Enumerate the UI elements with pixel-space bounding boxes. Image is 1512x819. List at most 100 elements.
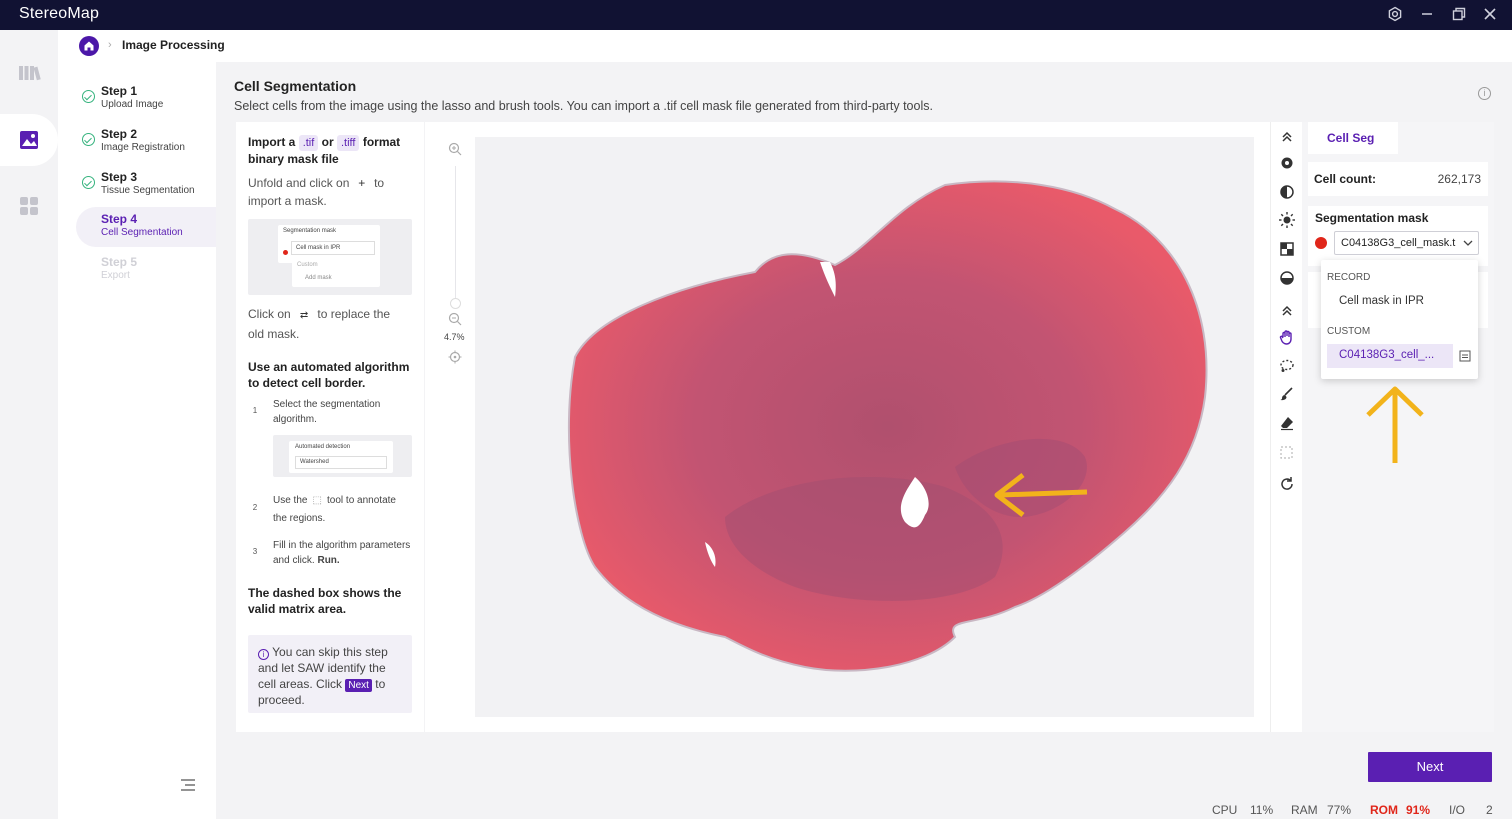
seg-mask-label: Segmentation mask	[1315, 211, 1429, 225]
io-label: I/O	[1449, 803, 1466, 817]
info-icon: i	[258, 649, 269, 660]
rom-label: ROM	[1370, 803, 1398, 817]
ram-value: 77%	[1327, 803, 1352, 817]
app-title: StereoMap	[19, 5, 100, 22]
algorithm-preview-image: Automated detection Watershed	[273, 435, 412, 477]
step-4[interactable]: Step 4 Cell Segmentation	[76, 207, 216, 247]
opacity-drop-icon[interactable]	[1278, 268, 1296, 286]
home-icon[interactable]	[79, 36, 99, 56]
step-title: Step 2	[101, 127, 138, 141]
guide-panel: Import a .tif or .tiff format binary mask…	[236, 122, 424, 732]
reset-icon[interactable]	[1278, 475, 1296, 493]
page-title: Cell Segmentation	[234, 78, 357, 94]
settings-icon[interactable]	[1386, 6, 1404, 24]
steps-sidebar: Step 1 Upload Image Step 2 Image Registr…	[58, 62, 216, 819]
minimize-icon[interactable]	[1418, 6, 1436, 24]
chevron-down-icon	[1462, 236, 1474, 254]
auto-title: Use an automated algorithm to detect cel…	[248, 360, 410, 390]
dashed-note: The dashed box shows the valid matrix ar…	[248, 586, 402, 616]
cell-count-label: Cell count:	[1314, 172, 1376, 186]
contrast-icon[interactable]	[1278, 183, 1296, 201]
lasso-icon[interactable]	[1278, 357, 1296, 375]
red-dot-icon	[283, 250, 288, 255]
brush-icon[interactable]	[1278, 385, 1296, 403]
nav-image-processing-icon[interactable]	[0, 114, 58, 166]
dropdown-group-record: RECORD	[1327, 272, 1371, 283]
nav-apps-icon[interactable]	[0, 180, 58, 232]
restore-icon[interactable]	[1450, 6, 1468, 24]
chevron-right-icon: ›	[108, 39, 112, 51]
eraser-icon[interactable]	[1278, 414, 1296, 432]
collapse-up-icon[interactable]	[1278, 128, 1296, 146]
auto-step-1: Select the segmentation algorithm.	[273, 399, 381, 425]
seg-mask-select[interactable]: C04138G3_cell_mask.t	[1334, 231, 1479, 255]
image-canvas[interactable]	[475, 122, 1270, 732]
auto-step-2: Use the ⬚ tool to annotate the regions.	[273, 492, 418, 528]
ram-label: RAM	[1291, 803, 1318, 817]
hand-pan-icon[interactable]	[1278, 328, 1296, 346]
breadcrumb: › Image Processing	[58, 30, 1512, 62]
mini-title: Automated detection	[295, 444, 351, 450]
replace-mask-icon[interactable]	[1459, 349, 1471, 367]
dropdown-item-record[interactable]: Cell mask in IPR	[1339, 295, 1424, 307]
tool-column	[1270, 122, 1302, 732]
step-subtitle: Cell Segmentation	[101, 227, 183, 238]
skip-tip: i You can skip this step and let SAW ide…	[248, 635, 412, 713]
zoom-slider[interactable]	[455, 166, 456, 302]
step-subtitle: Upload Image	[101, 99, 164, 110]
step-title: Step 5	[101, 255, 138, 269]
mini-title: Segmentation mask	[283, 228, 337, 234]
mask-dropdown-menu: RECORD Cell mask in IPR CUSTOM C04138G3_…	[1321, 260, 1478, 379]
step-title: Step 3	[101, 170, 138, 184]
auto-step-3: Fill in the algorithm parameters and cli…	[273, 540, 411, 566]
check-circle-icon	[82, 176, 95, 189]
next-button[interactable]: Next	[1368, 752, 1492, 782]
next-pill: Next	[345, 679, 372, 692]
swap-icon: ⇄	[299, 310, 309, 321]
tiff-tag: .tiff	[337, 135, 360, 151]
step-number-2: 2	[252, 503, 258, 512]
zoom-slider-handle[interactable]	[450, 298, 461, 309]
cell-count-card: Cell count: 262,173	[1308, 162, 1488, 196]
recenter-icon[interactable]	[448, 350, 462, 369]
step-title: Step 1	[101, 84, 138, 98]
step-subtitle: Image Registration	[101, 142, 185, 153]
brightness-icon[interactable]	[1278, 211, 1296, 229]
info-icon[interactable]: i	[1478, 87, 1491, 100]
step-5: Step 5 Export	[76, 250, 216, 290]
tab-cell-seg[interactable]: Cell Seg	[1308, 122, 1398, 154]
dropdown-group-custom: CUSTOM	[1327, 326, 1371, 337]
zoom-controls: 4.7%	[425, 122, 475, 732]
close-icon[interactable]	[1481, 6, 1499, 24]
plus-icon: +	[358, 176, 366, 190]
lasso-select-icon: ⬚	[312, 495, 322, 506]
collapse-up-icon-2[interactable]	[1278, 302, 1296, 320]
mini-custom: Custom	[297, 262, 318, 268]
replace-text: Click on ⇄ to replace the old mask.	[248, 307, 391, 341]
dropdown-item-custom[interactable]: C04138G3_cell_...	[1327, 344, 1453, 368]
mask-color-icon[interactable]	[1315, 237, 1327, 249]
step-2[interactable]: Step 2 Image Registration	[76, 122, 216, 162]
collapse-menu-icon[interactable]	[180, 778, 196, 797]
tissue-image[interactable]	[475, 137, 1254, 717]
mini-select: Watershed	[295, 456, 387, 469]
step-3[interactable]: Step 3 Tissue Segmentation	[76, 165, 216, 205]
check-circle-icon	[82, 133, 95, 146]
breadcrumb-current: Image Processing	[122, 38, 225, 52]
checkerboard-icon[interactable]	[1278, 240, 1296, 258]
step-1[interactable]: Step 1 Upload Image	[76, 79, 216, 119]
rom-value: 91%	[1406, 803, 1431, 817]
mini-add: Add mask	[305, 275, 332, 281]
left-nav	[0, 30, 58, 819]
zoom-out-icon[interactable]	[448, 312, 462, 331]
io-value: 2	[1486, 803, 1493, 817]
zoom-in-icon[interactable]	[448, 142, 462, 161]
settings-gear-icon[interactable]	[1278, 154, 1296, 172]
check-circle-icon	[82, 90, 95, 103]
step-subtitle: Export	[101, 270, 130, 281]
nav-library-icon[interactable]	[0, 50, 58, 102]
cpu-value: 11%	[1250, 803, 1274, 817]
select-region-icon[interactable]	[1278, 444, 1296, 462]
annotation-arrow-up	[1364, 385, 1426, 470]
unfold-text: Unfold and click on + to import a mask.	[248, 176, 385, 208]
